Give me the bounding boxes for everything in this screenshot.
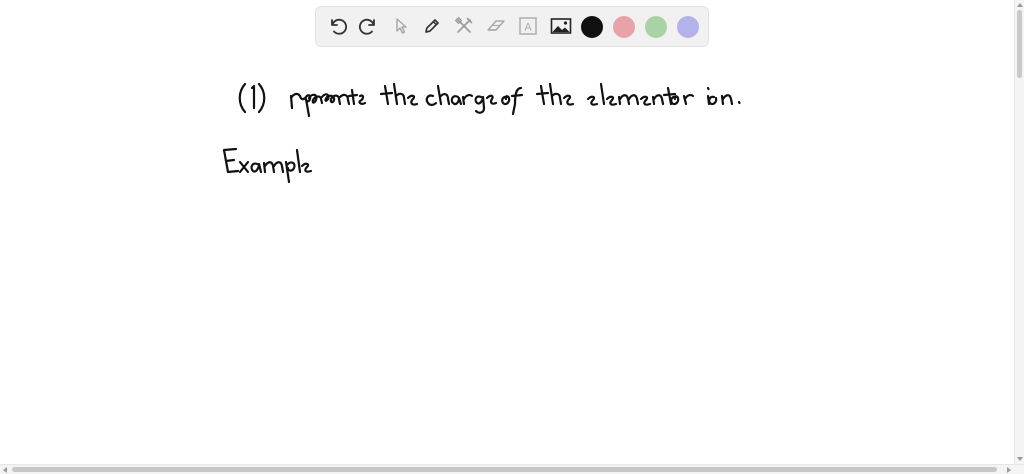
scroll-down-arrow-icon[interactable] [1017, 457, 1023, 461]
vertical-scroll-thumb[interactable] [1017, 10, 1022, 78]
horizontal-scrollbar[interactable] [0, 464, 1024, 474]
vertical-scrollbar[interactable] [1014, 0, 1024, 464]
handwritten-line-2 [222, 147, 313, 184]
scroll-up-arrow-icon[interactable] [1017, 3, 1023, 7]
scroll-left-arrow-icon[interactable] [3, 467, 7, 473]
handwritten-line-1 [238, 82, 741, 118]
handwriting-layer [222, 82, 741, 184]
whiteboard-canvas[interactable]: A (1) represents the charge of the eleme… [0, 0, 1014, 464]
scroll-right-arrow-icon[interactable] [1007, 467, 1011, 473]
horizontal-scroll-thumb[interactable] [12, 467, 997, 472]
